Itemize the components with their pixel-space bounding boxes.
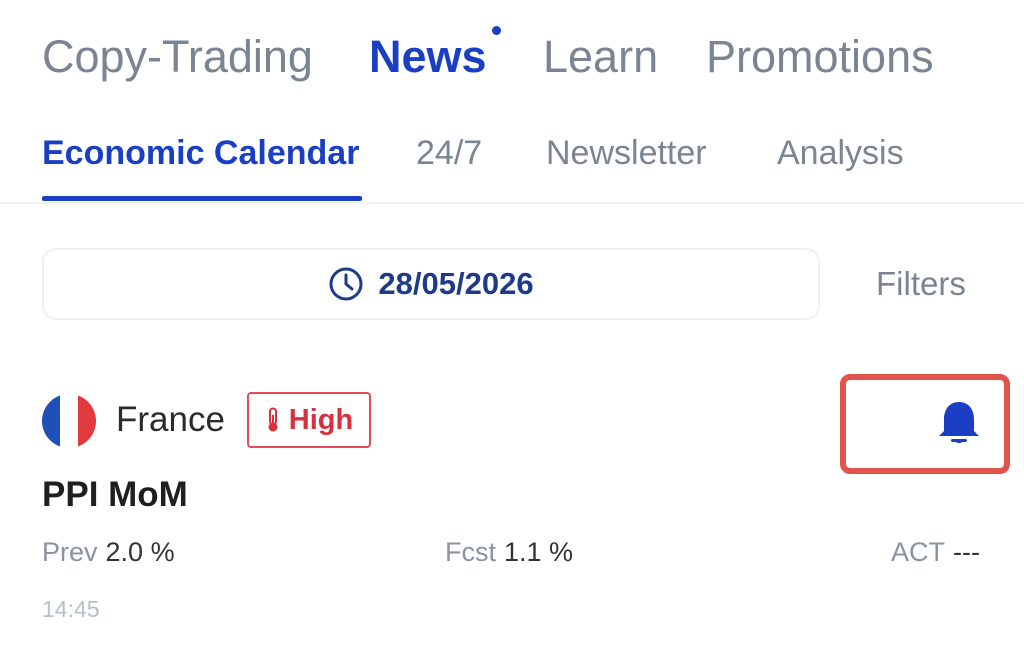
- filters-button[interactable]: Filters: [876, 264, 966, 304]
- subtab-analysis[interactable]: Analysis: [777, 132, 904, 174]
- france-flag-icon: [42, 394, 96, 448]
- importance-label: High: [288, 403, 354, 436]
- event-country: France: [116, 400, 225, 439]
- importance-badge: High: [247, 392, 371, 448]
- metric-actual-label: ACT: [891, 537, 945, 567]
- selected-date: 28/05/2026: [378, 266, 534, 301]
- metric-actual-value: ---: [953, 537, 980, 567]
- event-time: 14:45: [42, 596, 100, 622]
- tab-learn[interactable]: Learn: [543, 24, 658, 90]
- clock-icon: [328, 266, 364, 302]
- active-subtab-underline: [42, 196, 362, 201]
- metric-previous-value: 2.0 %: [105, 537, 175, 567]
- tab-copy-trading[interactable]: Copy-Trading: [42, 24, 313, 90]
- tab-news[interactable]: News: [369, 24, 501, 90]
- subtab-economic-calendar[interactable]: Economic Calendar: [42, 132, 359, 174]
- subtab-newsletter[interactable]: Newsletter: [546, 132, 707, 174]
- bell-icon: [934, 398, 984, 448]
- tab-news-label: News: [369, 31, 487, 82]
- metric-previous: Prev 2.0 %: [42, 534, 175, 570]
- metric-actual: ACT ---: [891, 534, 980, 570]
- date-picker-button[interactable]: 28/05/2026: [42, 248, 820, 320]
- metric-forecast-value: 1.1 %: [504, 537, 574, 567]
- alert-bell-button[interactable]: [840, 374, 1010, 474]
- tab-promotions[interactable]: Promotions: [706, 24, 934, 90]
- unread-dot-indicator: [491, 26, 501, 35]
- event-title: PPI MoM: [42, 475, 188, 514]
- metric-forecast: Fcst 1.1 %: [445, 534, 573, 570]
- metric-forecast-label: Fcst: [445, 537, 496, 567]
- economic-calendar-screen: Copy-Trading News Learn Promotions Econo…: [0, 0, 1024, 653]
- metric-previous-label: Prev: [42, 537, 98, 567]
- subtab-24-7[interactable]: 24/7: [416, 132, 482, 174]
- thermometer-icon: [265, 407, 281, 433]
- nav-divider: [0, 202, 1024, 204]
